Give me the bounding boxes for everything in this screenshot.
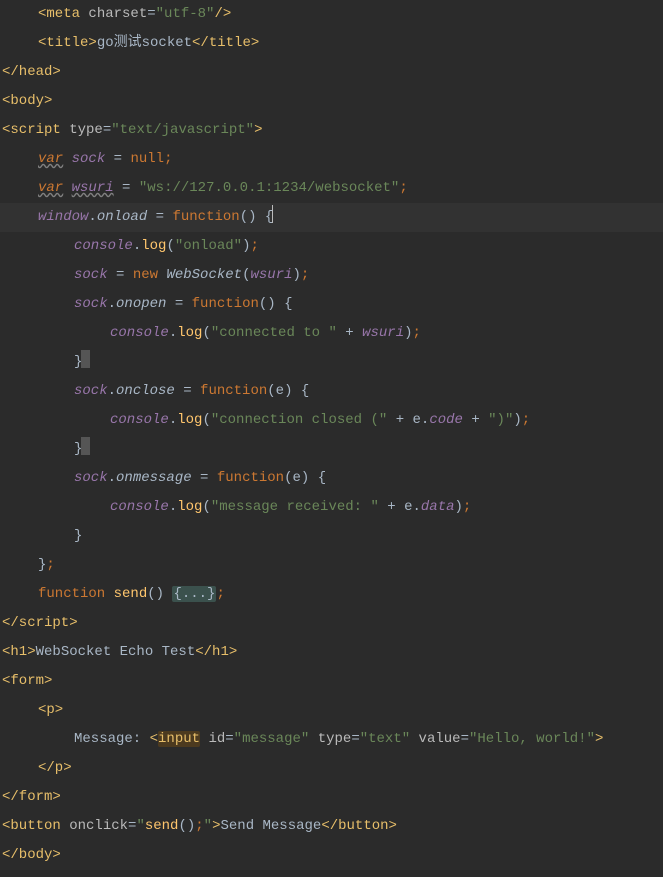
code-content: <button onclick="send();">Send Message</… <box>2 818 397 834</box>
code-line[interactable]: console.log("message received: " + e.dat… <box>0 493 663 522</box>
code-content: window.onload = function() { <box>38 209 273 225</box>
code-content: <title>go测试socket</title> <box>38 35 259 51</box>
code-line[interactable]: console.log("connection closed (" + e.co… <box>0 406 663 435</box>
code-content: <meta charset="utf-8"/> <box>38 6 231 22</box>
code-line[interactable]: <meta charset="utf-8"/> <box>0 0 663 29</box>
code-line[interactable]: <body> <box>0 87 663 116</box>
code-content: console.log("connection closed (" + e.co… <box>110 412 530 428</box>
code-line[interactable]: </form> <box>0 783 663 812</box>
code-content: </p> <box>38 760 72 776</box>
code-line[interactable]: </script> <box>0 609 663 638</box>
code-content: function send() {...}; <box>38 586 225 602</box>
code-content: <form> <box>2 673 52 689</box>
code-content: sock.onopen = function() { <box>74 296 292 312</box>
code-line[interactable]: Message: <input id="message" type="text"… <box>0 725 663 754</box>
code-line[interactable]: } <box>0 348 663 377</box>
code-content: } <box>74 441 90 457</box>
code-content: console.log("onload"); <box>74 238 259 254</box>
code-line[interactable]: var wsuri = "ws://127.0.0.1:1234/websock… <box>0 174 663 203</box>
code-line[interactable]: console.log("onload"); <box>0 232 663 261</box>
code-content: </script> <box>2 615 78 631</box>
code-line[interactable]: sock = new WebSocket(wsuri); <box>0 261 663 290</box>
code-line[interactable]: <script type="text/javascript"> <box>0 116 663 145</box>
code-line[interactable]: <title>go测试socket</title> <box>0 29 663 58</box>
code-line[interactable]: } <box>0 435 663 464</box>
code-line[interactable]: sock.onclose = function(e) { <box>0 377 663 406</box>
code-content: } <box>74 528 82 544</box>
code-content: sock.onmessage = function(e) { <box>74 470 326 486</box>
code-content: console.log("connected to " + wsuri); <box>110 325 421 341</box>
code-content: Message: <input id="message" type="text"… <box>74 731 603 747</box>
code-line[interactable]: <button onclick="send();">Send Message</… <box>0 812 663 841</box>
code-content: <h1>WebSocket Echo Test</h1> <box>2 644 237 660</box>
code-content: var sock = null; <box>38 151 172 167</box>
code-content: var wsuri = "ws://127.0.0.1:1234/websock… <box>38 180 408 196</box>
code-content: sock.onclose = function(e) { <box>74 383 309 399</box>
code-content: sock = new WebSocket(wsuri); <box>74 267 309 283</box>
code-content: </body> <box>2 847 61 863</box>
code-content: <p> <box>38 702 63 718</box>
code-line[interactable]: }; <box>0 551 663 580</box>
code-line[interactable]: sock.onopen = function() { <box>0 290 663 319</box>
code-editor[interactable]: <meta charset="utf-8"/> <title>go测试socket… <box>0 0 663 877</box>
code-line[interactable]: <h1>WebSocket Echo Test</h1> <box>0 638 663 667</box>
code-line[interactable]: var sock = null; <box>0 145 663 174</box>
code-line[interactable]: </body> <box>0 841 663 870</box>
code-content: </form> <box>2 789 61 805</box>
code-content: } <box>74 354 90 370</box>
code-line[interactable]: } <box>0 522 663 551</box>
code-line[interactable]: <form> <box>0 667 663 696</box>
code-line[interactable]: </p> <box>0 754 663 783</box>
code-content: <script type="text/javascript"> <box>2 122 262 138</box>
code-line[interactable]: sock.onmessage = function(e) { <box>0 464 663 493</box>
code-content: </head> <box>2 64 61 80</box>
code-content: }; <box>38 557 55 573</box>
code-line[interactable]: </head> <box>0 58 663 87</box>
code-line[interactable]: <p> <box>0 696 663 725</box>
code-line[interactable]: console.log("connected to " + wsuri); <box>0 319 663 348</box>
code-line[interactable]: window.onload = function() { <box>0 203 663 232</box>
code-content: <body> <box>2 93 52 109</box>
code-content: console.log("message received: " + e.dat… <box>110 499 471 515</box>
code-line[interactable]: function send() {...}; <box>0 580 663 609</box>
